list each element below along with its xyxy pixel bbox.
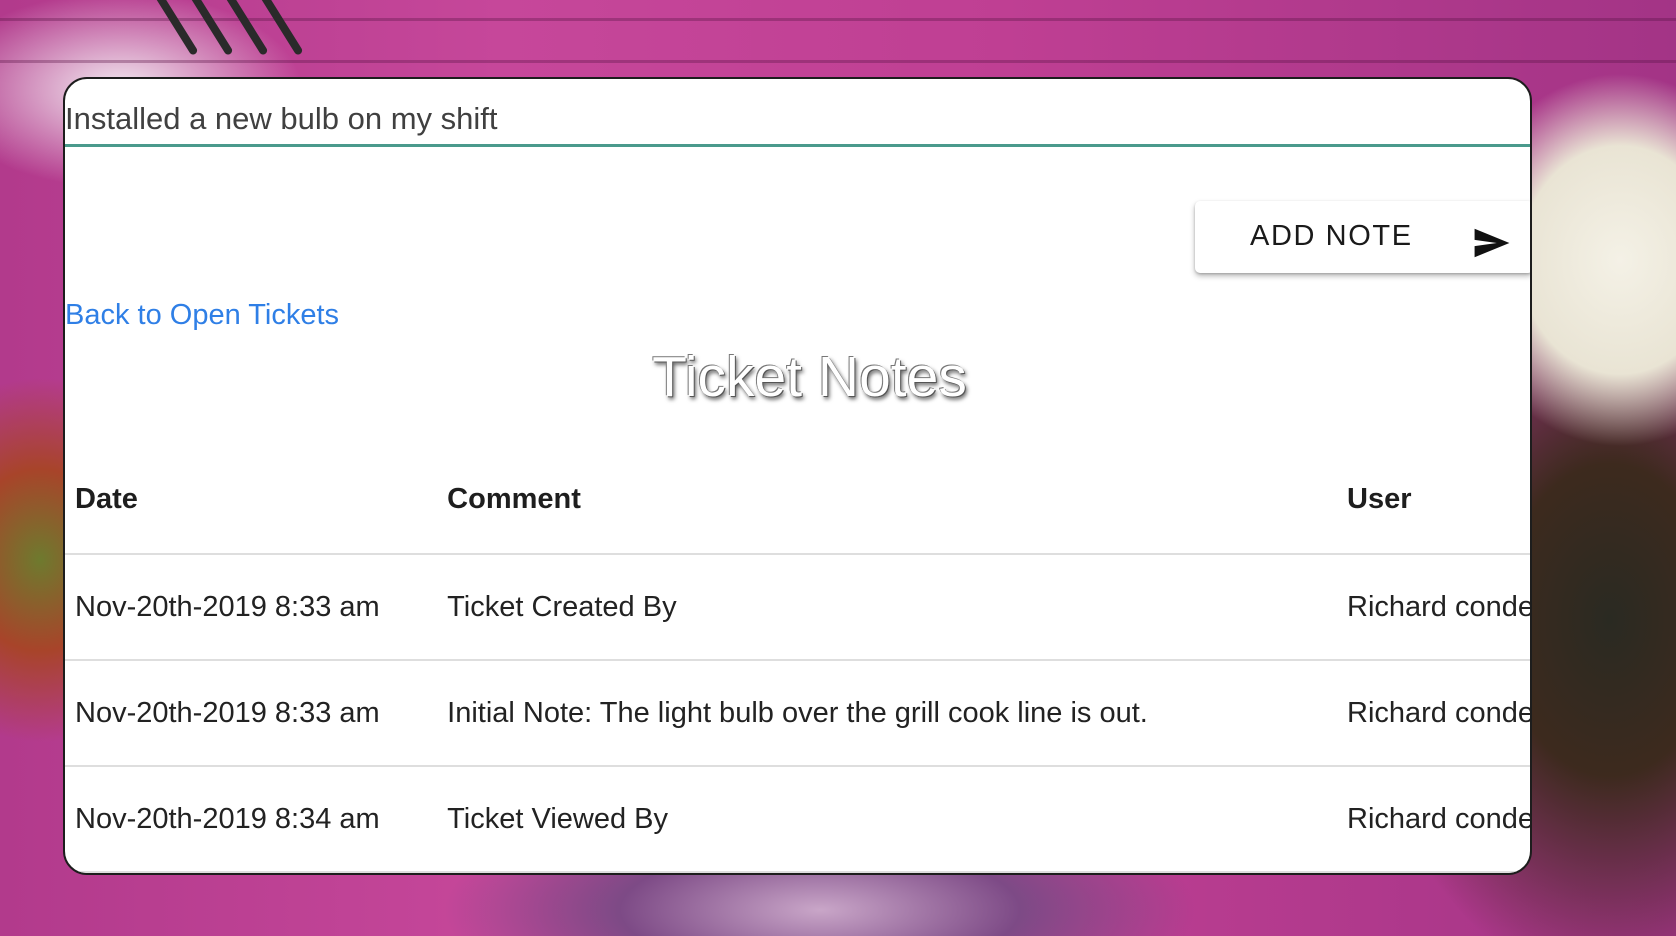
cell-date: Nov-20th-2019 8:34 am [65,766,438,873]
table-header-row: Date Comment User [65,446,1530,555]
back-to-open-tickets-link[interactable]: Back to Open Tickets [65,299,339,332]
column-header-comment: Comment [437,446,1337,555]
notes-table: Date Comment User Nov-20th-2019 8:33 am … [65,446,1530,873]
fork-tine [149,0,199,57]
table-row: Nov-20th-2019 8:33 am Ticket Created By … [65,554,1530,661]
send-icon [1474,228,1510,258]
cell-date: Nov-20th-2019 8:33 am [65,660,438,767]
cell-user: Richard conde [1337,660,1530,767]
cell-date: Nov-20th-2019 8:33 am [65,554,438,661]
ticket-notes-card: ADD NOTE Back to Open Tickets Ticket Not… [63,77,1532,875]
cell-comment: Initial Note: The light bulb over the gr… [437,660,1337,767]
cell-comment: Ticket Created By [437,554,1337,661]
add-note-button[interactable]: ADD NOTE [1195,201,1530,273]
note-input[interactable] [65,93,1530,147]
table-row: Nov-20th-2019 8:33 am Initial Note: The … [65,660,1530,767]
column-header-user: User [1337,446,1530,555]
cell-user: Richard conde [1337,766,1530,873]
add-note-label: ADD NOTE [1250,220,1413,252]
table-row: Nov-20th-2019 8:34 am Ticket Viewed By R… [65,766,1530,873]
background-plank [0,18,1676,21]
background-plank [0,60,1676,63]
column-header-date: Date [65,446,438,555]
page-title: Ticket Notes [652,345,967,409]
cell-comment: Ticket Viewed By [437,766,1337,873]
cell-user: Richard conde [1337,554,1530,661]
